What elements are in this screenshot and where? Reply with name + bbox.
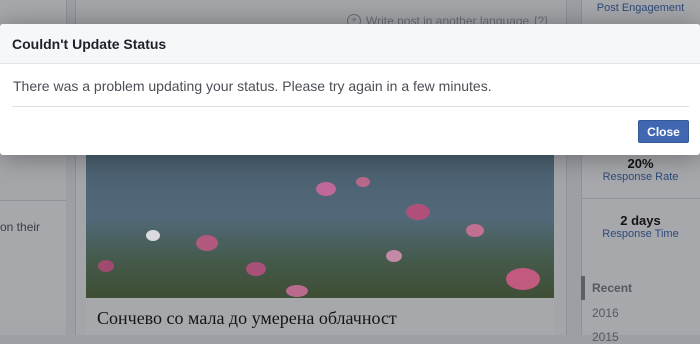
response-time-value: 2 days xyxy=(620,213,661,228)
flower-shape xyxy=(356,177,370,187)
flower-shape xyxy=(506,268,540,290)
dialog-divider xyxy=(12,106,689,107)
dialog-title: Couldn't Update Status xyxy=(12,36,167,52)
left-card-bottom xyxy=(0,200,66,321)
timeline-item-2015[interactable]: 2015 xyxy=(592,330,619,344)
flower-shape xyxy=(406,204,430,220)
flower-shape xyxy=(316,182,336,196)
dialog-body: There was a problem updating your status… xyxy=(0,64,700,106)
response-time-link[interactable]: Response Time xyxy=(581,228,700,240)
flower-shape xyxy=(246,262,266,276)
flower-shape xyxy=(466,224,484,237)
post-engagement-link[interactable]: Post Engagement xyxy=(581,2,700,14)
dialog-message: There was a problem updating your status… xyxy=(13,78,492,94)
timeline-nav: Recent 2016 2015 xyxy=(581,276,700,344)
response-rate-value: 20% xyxy=(627,156,654,171)
timeline-item-recent[interactable]: Recent xyxy=(592,281,632,295)
timeline-active-bar xyxy=(581,276,585,300)
flower-shape xyxy=(98,260,114,272)
response-rate-link[interactable]: Response Rate xyxy=(581,171,700,183)
flower-shape xyxy=(286,285,308,297)
post-photo[interactable] xyxy=(86,150,554,298)
flower-shape xyxy=(386,250,402,262)
response-time-stat: 2 days Response Time xyxy=(581,213,700,240)
timeline-item-2016[interactable]: 2016 xyxy=(592,306,619,320)
post-caption: Сончево со мала до умерена облачност xyxy=(86,298,554,335)
close-button[interactable]: Close xyxy=(638,120,689,143)
left-card-text: on their xyxy=(0,220,41,234)
response-rate-stat: 20% Response Rate xyxy=(581,156,700,183)
stat-divider xyxy=(581,198,700,199)
flower-shape xyxy=(146,230,160,241)
error-dialog: Couldn't Update Status There was a probl… xyxy=(0,24,700,155)
dialog-header: Couldn't Update Status xyxy=(0,24,700,64)
flower-shape xyxy=(196,235,218,251)
